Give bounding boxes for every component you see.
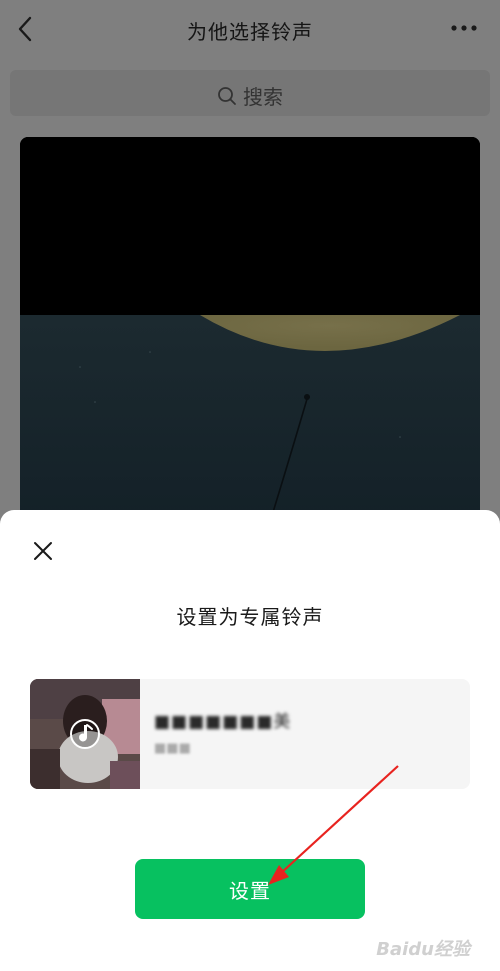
song-cover: [30, 679, 140, 789]
more-button[interactable]: [450, 20, 478, 36]
song-title: ■■■■■■■美: [154, 712, 292, 732]
sheet-title: 设置为专属铃声: [176, 605, 324, 629]
search-icon: [218, 86, 236, 105]
search-placeholder: 搜索: [243, 85, 283, 109]
page-title: 为他选择铃声: [187, 20, 313, 44]
nav-bar: 为他选择铃声: [0, 0, 500, 58]
music-note-icon: [70, 719, 100, 749]
set-ringtone-button[interactable]: 设置: [135, 859, 365, 919]
close-button[interactable]: [30, 538, 56, 564]
song-artist: ■■■: [154, 741, 191, 756]
close-icon: [34, 542, 52, 560]
more-dots-icon: [451, 25, 477, 31]
ringtone-bottom-sheet: 设置为专属铃声 ■■■■■■■美 ■■■ 设置: [0, 510, 500, 971]
selected-song-card[interactable]: ■■■■■■■美 ■■■: [30, 679, 470, 789]
watermark: Baidu经验: [376, 939, 470, 960]
video-thumbnail: [20, 137, 480, 537]
ringtone-video-preview[interactable]: [20, 137, 480, 537]
search-bar[interactable]: 搜索: [10, 70, 490, 116]
